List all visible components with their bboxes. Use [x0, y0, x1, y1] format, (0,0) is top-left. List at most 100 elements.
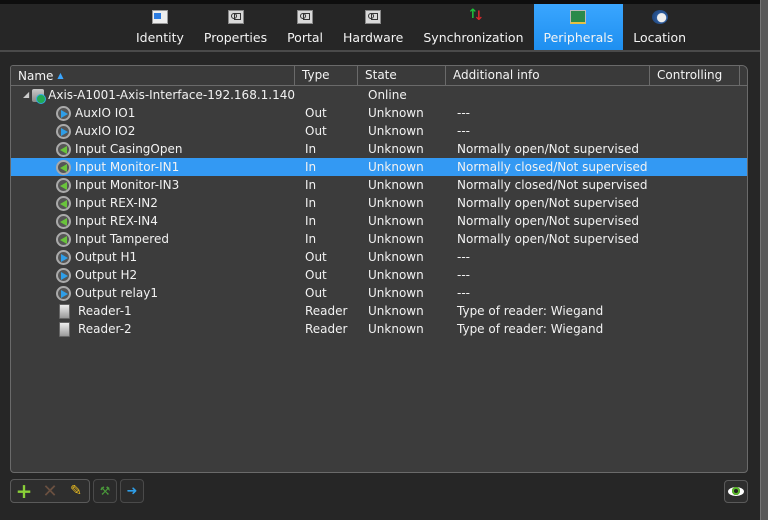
row-info: Normally open/Not supervised [457, 214, 639, 228]
row-state: Unknown [368, 250, 424, 264]
portal-icon [297, 10, 314, 24]
column-header-controlling[interactable]: Controlling [650, 66, 740, 86]
column-header-state[interactable]: State [358, 66, 446, 86]
row-name: AuxIO IO2 [75, 124, 136, 138]
plus-icon: + [15, 479, 33, 503]
row-type: Out [305, 106, 327, 120]
table-row[interactable]: Output H1 Out Unknown --- [11, 248, 747, 266]
input-arrow-icon [56, 141, 71, 157]
device-unit-icon [32, 88, 46, 104]
row-name: Input Monitor-IN1 [75, 160, 180, 174]
table-row[interactable]: Input Monitor-IN3 In Unknown Normally close… [11, 176, 747, 194]
bottom-toolbar: + ✕ ✎ ⚒ ➜ [10, 479, 144, 504]
table-body: AuxIO IO1 Out Unknown --- AuxIO IO2 Out Unknow… [11, 104, 747, 338]
table-row[interactable]: Input REX-IN2 In Unknown Normally open/Not … [11, 194, 747, 212]
tab-separator [0, 50, 760, 52]
row-name: Input Tampered [75, 232, 169, 246]
output-arrow-icon [56, 267, 71, 283]
edit-button[interactable]: ✎ [63, 480, 89, 502]
column-header-name[interactable]: Name ▲ [11, 66, 295, 86]
table-row[interactable]: Output H2 Out Unknown --- [11, 266, 747, 284]
row-name: Output relay1 [75, 286, 158, 300]
column-header-additional-info[interactable]: Additional info [446, 66, 650, 86]
peripherals-table: Name ▲ Type State Additional info Control… [10, 65, 748, 473]
table-row[interactable]: Reader-2 Reader Unknown Type of reader: Wie… [11, 320, 747, 338]
row-type: In [305, 160, 317, 174]
location-globe-icon [651, 10, 668, 24]
add-button[interactable]: + [11, 479, 37, 503]
row-info: --- [457, 286, 470, 300]
output-arrow-icon: ➜ [126, 483, 138, 499]
row-info: --- [457, 268, 470, 282]
row-state: Unknown [368, 322, 424, 336]
properties-icon [227, 10, 244, 24]
row-name: Input REX-IN4 [75, 214, 158, 228]
row-type: Reader [305, 322, 348, 336]
eye-icon [728, 487, 744, 496]
hardware-icon [365, 10, 382, 24]
row-type: Out [305, 124, 327, 138]
expand-collapse-icon[interactable]: ◢ [23, 86, 30, 104]
row-state: Unknown [368, 304, 424, 318]
row-type: Out [305, 268, 327, 282]
output-arrow-icon [56, 285, 71, 301]
row-state: Unknown [368, 178, 424, 192]
row-name: Reader-1 [78, 304, 132, 318]
row-state: Unknown [368, 286, 424, 300]
row-info: Normally closed/Not supervised [457, 160, 648, 174]
row-state: Unknown [368, 232, 424, 246]
output-arrow-icon [56, 249, 71, 265]
tab-peripherals[interactable]: Peripherals [533, 4, 624, 50]
row-info: Normally closed/Not supervised [457, 178, 648, 192]
edit-button-group: + ✕ ✎ [10, 479, 90, 503]
input-arrow-icon [56, 213, 71, 229]
tab-properties[interactable]: Properties [194, 4, 277, 50]
table-row-root-device[interactable]: ◢ Axis-A1001-Axis-Interface-192.168.1.14… [11, 86, 747, 104]
row-state: Unknown [368, 124, 424, 138]
tab-identity[interactable]: Identity [126, 4, 194, 50]
reader-icon [59, 303, 70, 319]
output-arrow-icon [56, 105, 71, 121]
tab-hardware[interactable]: Hardware [333, 4, 413, 50]
reader-icon [59, 321, 70, 337]
table-row[interactable]: Input Monitor-IN1 In Unknown Normally close… [11, 158, 747, 176]
tab-synchronization[interactable]: Synchronization [413, 4, 533, 50]
table-row[interactable]: Output relay1 Out Unknown --- [11, 284, 747, 302]
tab-location[interactable]: Location [623, 4, 696, 50]
row-info: Normally open/Not supervised [457, 196, 639, 210]
pencil-icon: ✎ [70, 483, 82, 499]
row-state: Unknown [368, 160, 424, 174]
row-type: Out [305, 286, 327, 300]
window-scrollbar[interactable] [760, 0, 768, 520]
table-row[interactable]: AuxIO IO1 Out Unknown --- [11, 104, 747, 122]
row-type: Reader [305, 304, 348, 318]
table-row[interactable]: Reader-1 Reader Unknown Type of reader: Wie… [11, 302, 747, 320]
row-state: Online [368, 88, 407, 102]
row-name: Input CasingOpen [75, 142, 183, 156]
row-info: --- [457, 106, 470, 120]
table-row[interactable]: Input Tampered In Unknown Normally open/Not… [11, 230, 747, 248]
row-info [446, 86, 746, 104]
table-row[interactable]: Input CasingOpen In Unknown Normally open/N… [11, 140, 747, 158]
show-button[interactable] [724, 480, 748, 503]
wrench-arrow-icon: ⚒ [99, 484, 111, 498]
table-row[interactable]: Input REX-IN4 In Unknown Normally open/Not … [11, 212, 747, 230]
configure-button[interactable]: ⚒ [93, 479, 117, 503]
tab-bar: Identity Properties Portal Hardware Sync… [0, 4, 760, 50]
tab-portal[interactable]: Portal [277, 4, 333, 50]
column-header-type[interactable]: Type [295, 66, 358, 86]
sort-ascending-icon: ▲ [57, 71, 64, 80]
delete-button[interactable]: ✕ [37, 480, 63, 502]
row-type: In [305, 142, 317, 156]
row-state: Unknown [368, 142, 424, 156]
input-arrow-icon [56, 159, 71, 175]
input-arrow-icon [56, 195, 71, 211]
row-name: Output H1 [75, 250, 138, 264]
row-name: Input REX-IN2 [75, 196, 158, 210]
row-name: Reader-2 [78, 322, 132, 336]
table-row[interactable]: AuxIO IO2 Out Unknown --- [11, 122, 747, 140]
peripheral-card-icon [570, 10, 587, 24]
output-arrow-icon [56, 123, 71, 139]
row-info: Type of reader: Wiegand [457, 322, 604, 336]
trigger-output-button[interactable]: ➜ [120, 479, 144, 503]
